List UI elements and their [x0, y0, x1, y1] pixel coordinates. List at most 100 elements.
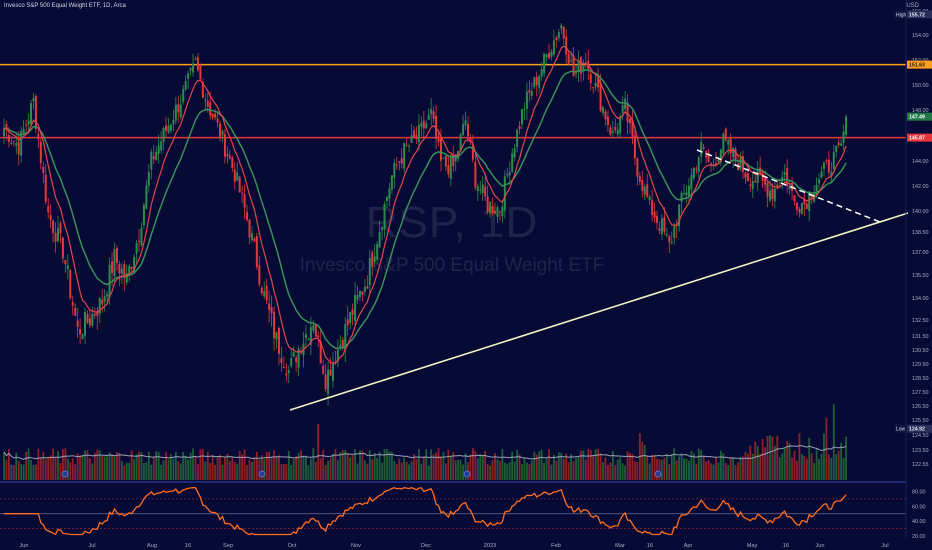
candle-body	[486, 196, 489, 212]
candle-body	[209, 102, 212, 116]
volume-bar	[496, 459, 499, 480]
candle-body	[439, 138, 442, 161]
candle-body	[44, 174, 47, 202]
volume-bar	[248, 459, 251, 480]
candle-body	[717, 159, 720, 162]
volume-bar	[27, 448, 30, 480]
candle-body	[211, 113, 214, 118]
candle-body	[466, 124, 469, 137]
candle-body	[98, 298, 101, 315]
volume-bar	[616, 459, 619, 480]
volume-bar	[695, 463, 698, 480]
candle-body	[548, 53, 551, 59]
candle-body	[616, 130, 619, 135]
candle-body	[398, 161, 401, 163]
price-tick-label: 122.55	[912, 462, 929, 468]
candle-body	[138, 240, 141, 243]
volume-bar	[91, 463, 94, 480]
volume-bar	[96, 449, 99, 480]
volume-bar	[118, 452, 121, 480]
candle-body	[462, 124, 465, 136]
volume-bar	[184, 455, 187, 480]
volume-bar	[241, 454, 244, 480]
volume-bar	[545, 457, 548, 480]
candle-body	[349, 311, 352, 324]
high-price-label: 155.72	[909, 12, 925, 18]
event-marker-icon	[463, 470, 471, 478]
volume-bar	[440, 456, 442, 480]
volume-bar	[462, 464, 464, 480]
high-price-label-caption: High	[896, 12, 907, 18]
candle-body	[339, 344, 342, 348]
volume-bar	[314, 461, 317, 480]
volume-bar	[810, 453, 813, 480]
price-chart[interactable]: 156.00154.00152.00150.00148.00146.00144.…	[0, 0, 932, 550]
candle-body	[236, 172, 239, 181]
candle-body	[91, 313, 94, 326]
chart-stage[interactable]: RSP, 1D Invesco S&P 500 Equal Weight ETF…	[0, 0, 932, 550]
candle-body	[30, 102, 33, 125]
volume-bar	[231, 457, 234, 480]
volume-bar	[845, 436, 847, 480]
volume-bar	[737, 462, 739, 480]
volume-bar	[523, 457, 526, 480]
volume-bar	[481, 454, 484, 480]
volume-bar	[395, 463, 398, 480]
volume-bar	[199, 449, 202, 480]
volume-bar	[570, 454, 573, 480]
volume-bar	[344, 450, 347, 480]
price-tick-label: 123.50	[912, 448, 929, 454]
candle-body	[442, 157, 445, 159]
volume-bar	[177, 461, 180, 480]
volume-bar	[20, 463, 23, 480]
candle-body	[223, 134, 226, 157]
candle-body	[390, 175, 393, 190]
candle-body	[12, 141, 15, 143]
price-tick-label: 135.50	[912, 273, 929, 279]
chart-title: Invesco S&P 500 Equal Weight ETF, 1D, Ar…	[4, 3, 126, 9]
price-tick-label: 134.00	[912, 296, 929, 302]
volume-bar	[791, 457, 793, 480]
candle-body	[7, 134, 10, 143]
volume-bar	[130, 450, 133, 480]
candle-body	[27, 120, 30, 125]
candle-body	[680, 192, 683, 202]
volume-bar	[302, 455, 305, 480]
candle-body	[572, 56, 575, 76]
volume-bar	[425, 449, 428, 480]
candle-body	[685, 192, 688, 196]
volume-bar	[417, 449, 420, 480]
volume-bar	[238, 451, 241, 480]
volume-bar	[393, 460, 396, 480]
candle-body	[528, 90, 531, 93]
volume-bar	[643, 445, 646, 480]
volume-bar	[707, 460, 710, 480]
volume-bar	[74, 464, 77, 480]
candle-body	[648, 196, 651, 201]
volume-bar	[759, 453, 762, 480]
candle-body	[22, 129, 25, 134]
rsi-tick-label: 20.00	[912, 534, 926, 540]
volume-bar	[37, 448, 40, 480]
time-tick-label: May	[747, 543, 758, 549]
volume-bar	[211, 454, 214, 480]
volume-bar	[280, 463, 283, 480]
candle-body	[282, 366, 285, 369]
volume-bar	[22, 464, 25, 480]
candle-body	[700, 141, 703, 157]
volume-bar	[803, 455, 806, 480]
volume-bar	[346, 452, 349, 480]
candle-body	[118, 263, 121, 274]
volume-bar	[30, 459, 32, 480]
candle-body	[182, 88, 185, 102]
candle-body	[835, 145, 838, 153]
candle-body	[346, 319, 349, 326]
candle-body	[535, 77, 538, 86]
volume-bar	[599, 453, 602, 480]
volume-bar	[403, 457, 406, 480]
volume-bar	[648, 463, 651, 480]
volume-bar	[663, 457, 666, 480]
candle-body	[636, 158, 639, 177]
candle-body	[602, 107, 605, 114]
low-price-label: 124.92	[909, 427, 925, 433]
